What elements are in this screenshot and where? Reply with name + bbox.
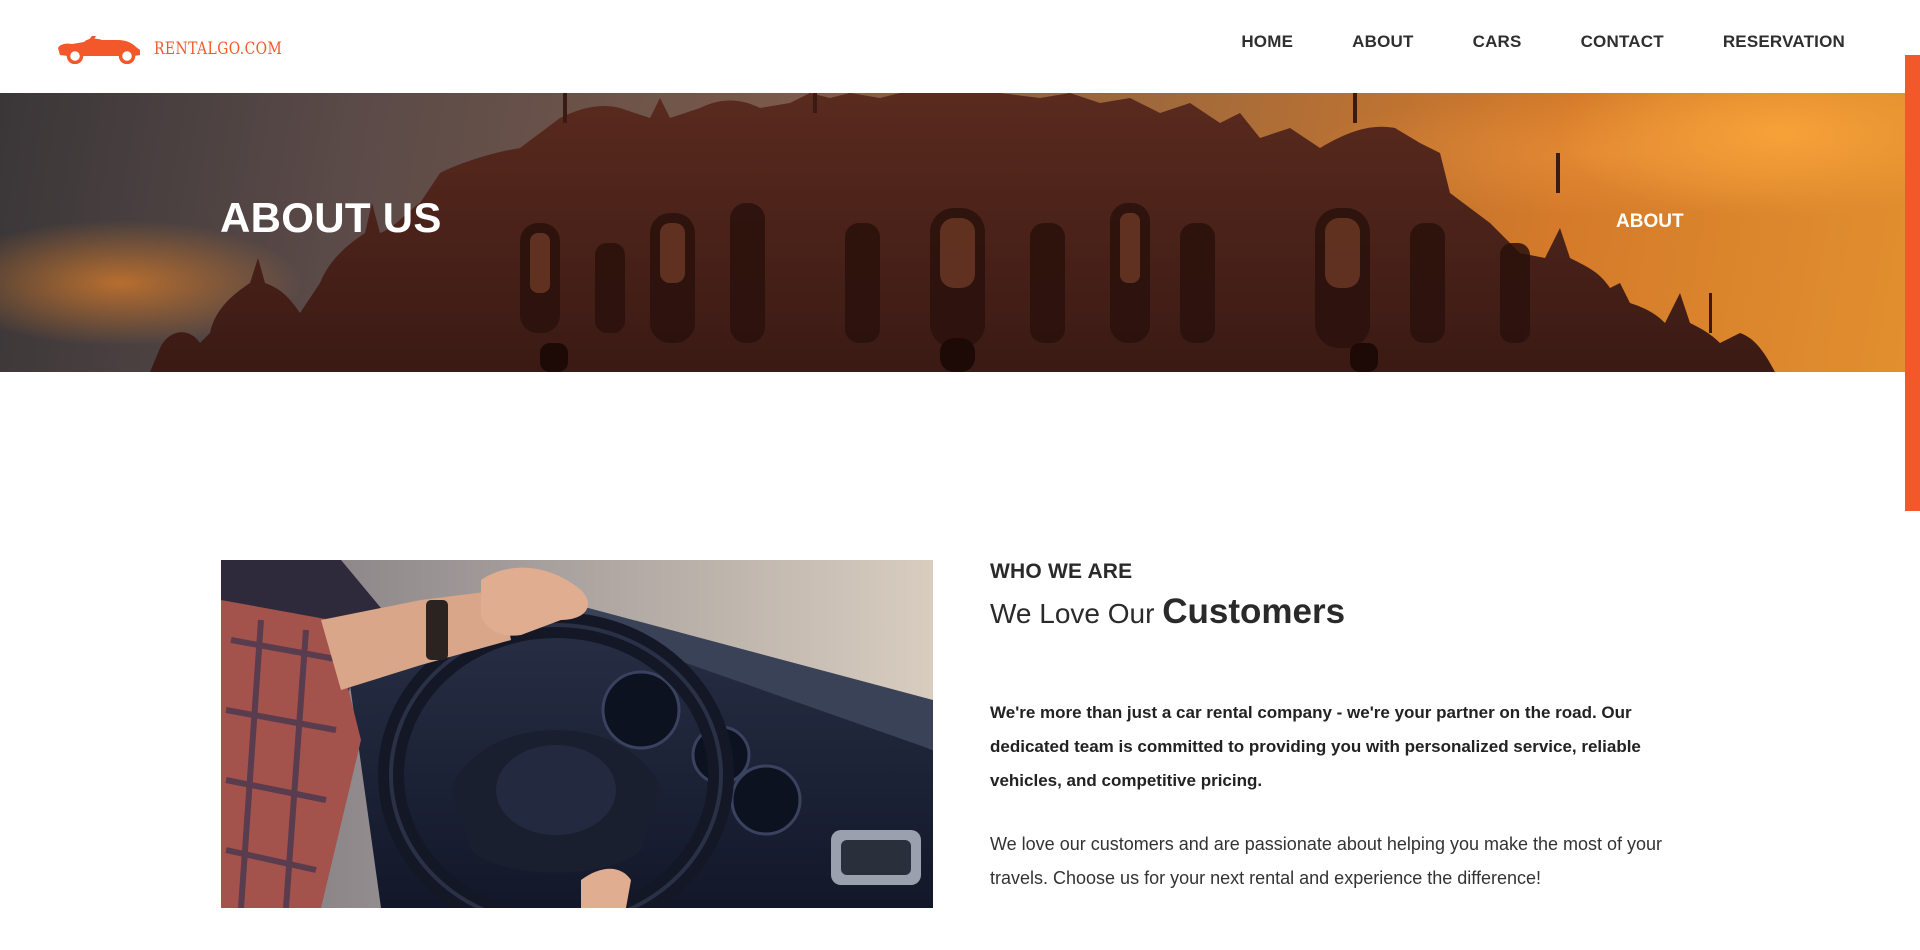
nav-item-about[interactable]: ABOUT [1352, 32, 1413, 52]
heading-plain: We Love Our [990, 598, 1163, 629]
nav-item-home[interactable]: HOME [1241, 32, 1293, 52]
lead-paragraph: We're more than just a car rental compan… [990, 703, 1641, 790]
page-title: ABOUT US [220, 194, 442, 241]
heading-strong: Customers [1162, 592, 1346, 631]
scroll-indicator[interactable] [1905, 55, 1920, 511]
nav-item-cars[interactable]: CARS [1473, 32, 1522, 52]
nav-item-reservation[interactable]: RESERVATION [1723, 32, 1845, 52]
logo-text: RENTALGO.COM [154, 39, 283, 59]
section-eyebrow: WHO WE ARE [990, 560, 1133, 583]
logo[interactable]: RENTALGO.COM [56, 31, 310, 67]
body-paragraph: We love our customers and are passionate… [990, 834, 1663, 888]
breadcrumb-about[interactable]: ABOUT [1616, 211, 1684, 233]
nav-item-contact[interactable]: CONTACT [1581, 32, 1664, 52]
driver-photo [221, 560, 933, 908]
main-nav: HOME ABOUT CARS CONTACT RESERVATION [1241, 0, 1845, 84]
car-icon [58, 36, 140, 64]
hero-banner: ABOUT US ABOUT [0, 93, 1920, 372]
section-heading: We Love Our Customers [990, 592, 1345, 632]
site-header: RENTALGO.COM HOME ABOUT CARS CONTACT RES… [0, 0, 1920, 93]
